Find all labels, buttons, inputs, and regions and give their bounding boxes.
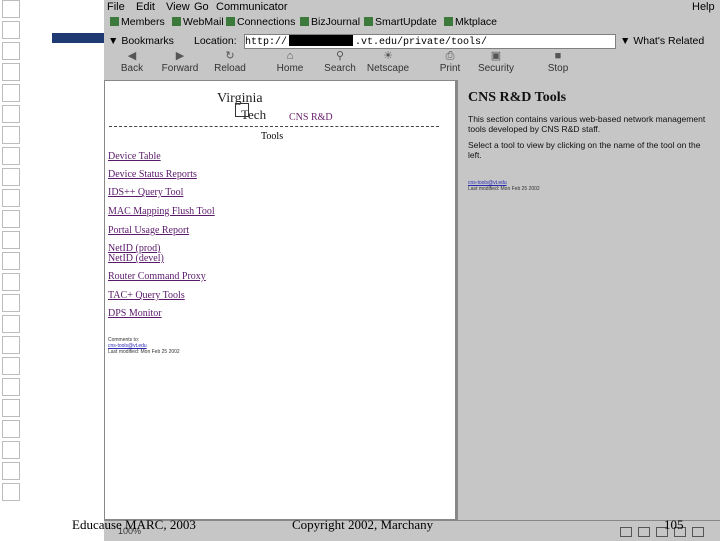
personal-button-smartupdate[interactable]: SmartUpdate xyxy=(364,16,437,28)
personal-button-webmail[interactable]: WebMail xyxy=(172,16,224,28)
netscape-button[interactable]: ☀ Netscape xyxy=(366,50,410,75)
forward-button[interactable]: ▶ Forward xyxy=(158,50,202,75)
slide-decoration-band xyxy=(52,33,104,43)
link-device-status-reports[interactable]: Device Status Reports xyxy=(108,169,197,180)
bookmark-icon xyxy=(172,17,181,26)
location-label: Location: xyxy=(194,35,237,47)
intro-paragraph: This section contains various web-based … xyxy=(468,114,706,134)
reload-icon: ↻ xyxy=(225,50,235,62)
navigation-toolbar: ◀ Back ▶ Forward ↻ Reload ⌂ Home ⚲ Search ☀ Ne… xyxy=(104,50,720,78)
status-component-icon[interactable] xyxy=(620,527,632,537)
frame-title: CNS R&D Tools xyxy=(468,90,567,105)
personal-button-connections[interactable]: Connections xyxy=(226,16,295,28)
right-frame-footer: cns-tools@vt.edu Last modified: Mon Feb … xyxy=(468,180,540,192)
search-button[interactable]: ⚲ Search xyxy=(318,50,362,75)
back-button[interactable]: ◀ Back xyxy=(110,50,154,75)
personal-button-bizjournal[interactable]: BizJournal xyxy=(300,16,360,28)
page-content: Virginia Tech CNS R&D Tools Device Table… xyxy=(104,80,720,520)
location-bar: ▼ Bookmarks Location: http://.vt.edu/pri… xyxy=(104,32,720,50)
page-number: 105 xyxy=(664,517,684,532)
forward-arrow-icon: ▶ xyxy=(175,50,185,62)
menu-view[interactable]: View xyxy=(166,1,190,13)
menu-file[interactable]: File xyxy=(107,1,125,13)
reload-button[interactable]: ↻ Reload xyxy=(208,50,252,75)
dashed-divider xyxy=(109,126,439,127)
home-button[interactable]: ⌂ Home xyxy=(268,50,312,75)
search-icon: ⚲ xyxy=(335,50,345,62)
link-tac-query-tools[interactable]: TAC+ Query Tools xyxy=(108,290,185,301)
vt-seal-icon xyxy=(235,103,249,117)
browser-window: File Edit View Go Communicator Help Memb… xyxy=(104,0,720,541)
personal-button-mktplace[interactable]: Mktplace xyxy=(444,16,497,28)
slide-decoration-squares xyxy=(0,0,52,504)
bookmark-icon xyxy=(300,17,309,26)
frame-subtitle: CNS R&D xyxy=(289,112,333,123)
bookmark-icon xyxy=(364,17,373,26)
instruction-paragraph: Select a tool to view by clicking on the… xyxy=(468,140,701,160)
stop-button[interactable]: ■ Stop xyxy=(536,50,580,75)
redacted-block xyxy=(289,35,354,46)
status-component-icon[interactable] xyxy=(638,527,650,537)
personal-button-members[interactable]: Members xyxy=(110,16,165,28)
bookmark-icon xyxy=(226,17,235,26)
link-ids-query-tool[interactable]: IDS++ Query Tool xyxy=(108,187,183,198)
status-component-icon[interactable] xyxy=(692,527,704,537)
personal-toolbar: Members WebMail Connections BizJournal S… xyxy=(104,14,720,30)
menu-go[interactable]: Go xyxy=(194,1,209,13)
print-button[interactable]: ⎙ Print xyxy=(428,50,472,75)
menu-bar: File Edit View Go Communicator Help xyxy=(104,0,720,14)
link-router-command-proxy[interactable]: Router Command Proxy xyxy=(108,271,206,282)
home-icon: ⌂ xyxy=(286,50,294,62)
url-field[interactable]: http://.vt.edu/private/tools/ xyxy=(244,34,616,49)
bookmark-icon xyxy=(444,17,453,26)
print-icon: ⎙ xyxy=(445,50,455,62)
footer-center: Copyright 2002, Marchany xyxy=(292,517,434,532)
stop-icon: ■ xyxy=(554,50,562,62)
link-netid-devel[interactable]: NetID (devel) xyxy=(108,253,164,264)
link-dps-monitor[interactable]: DPS Monitor xyxy=(108,308,162,319)
back-arrow-icon: ◀ xyxy=(127,50,137,62)
menu-communicator[interactable]: Communicator xyxy=(216,1,288,13)
right-frame[interactable]: CNS R&D Tools This section contains vari… xyxy=(456,80,720,520)
left-frame[interactable]: Virginia Tech CNS R&D Tools Device Table… xyxy=(104,80,456,520)
tools-heading: Tools xyxy=(261,131,284,142)
bookmarks-button[interactable]: ▼ Bookmarks xyxy=(108,35,174,47)
left-frame-footer: Comments to: cns-tools@vt.edu Last modif… xyxy=(108,337,180,355)
menu-edit[interactable]: Edit xyxy=(136,1,155,13)
menu-help[interactable]: Help xyxy=(692,1,715,13)
link-device-table[interactable]: Device Table xyxy=(108,151,161,162)
lock-icon: ▣ xyxy=(490,50,502,62)
netscape-icon: ☀ xyxy=(383,50,393,62)
link-portal-usage-report[interactable]: Portal Usage Report xyxy=(108,225,189,236)
whats-related-button[interactable]: ▼ What's Related xyxy=(620,35,704,47)
footer-left: Educause MARC, 2003 xyxy=(72,517,196,532)
link-mac-mapping-flush-tool[interactable]: MAC Mapping Flush Tool xyxy=(108,206,215,217)
bookmark-icon xyxy=(110,17,119,26)
security-button[interactable]: ▣ Security xyxy=(474,50,518,75)
